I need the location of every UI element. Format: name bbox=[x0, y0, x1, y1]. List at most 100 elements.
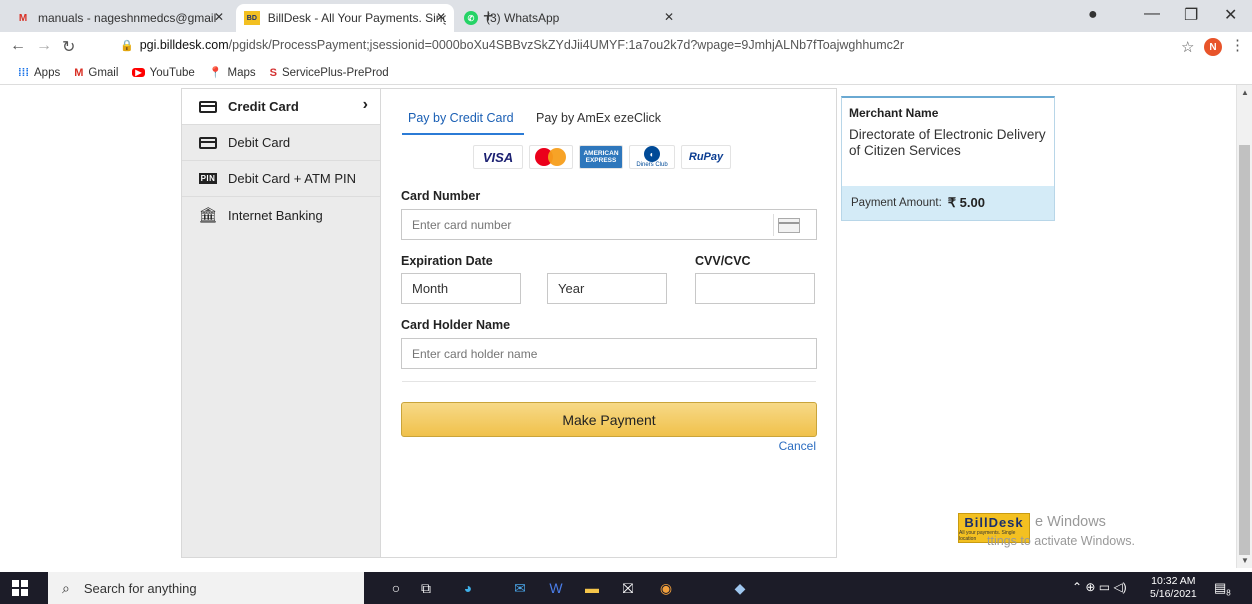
visa-logo: VISA bbox=[473, 145, 523, 169]
watermark-line1: e Windows bbox=[1035, 514, 1106, 530]
cvv-input[interactable] bbox=[695, 273, 815, 304]
serviceplus-icon: S bbox=[269, 66, 277, 79]
tab-pay-by-credit-card[interactable]: Pay by Credit Card bbox=[408, 111, 514, 125]
restore-icon[interactable]: ❐ bbox=[1184, 5, 1198, 25]
diners-logo: ◐ Diners Club bbox=[629, 145, 675, 169]
word-icon[interactable]: W bbox=[546, 578, 566, 598]
billdesk-logo-text: BillDesk bbox=[964, 514, 1024, 530]
year-select[interactable]: Year bbox=[547, 273, 667, 304]
clock-date: 5/16/2021 bbox=[1150, 588, 1197, 600]
edge-icon[interactable]: ◕ bbox=[458, 578, 478, 598]
system-tray[interactable]: ⌃ ⊕ ▭ ◁) bbox=[1072, 580, 1127, 594]
account-icon[interactable]: ● bbox=[1088, 6, 1098, 24]
amex-logo: AMERICAN EXPRESS bbox=[579, 145, 623, 169]
windows-taskbar: ⌕ Search for anything ○ ⧉ ◕ ✉ W ▬ ⛝ ◉ ◆ … bbox=[0, 572, 1252, 604]
store-icon[interactable]: ⛝ bbox=[618, 578, 638, 598]
back-icon[interactable]: ← bbox=[10, 37, 26, 55]
debit-card-icon bbox=[199, 136, 217, 149]
month-select[interactable]: Month bbox=[401, 273, 521, 304]
maps-icon: 📍 bbox=[208, 67, 223, 79]
windows-start-icon[interactable] bbox=[12, 580, 28, 596]
bookmarks-bar: ⁞⁞⁞ Apps M Gmail ▶ YouTube 📍 Maps S ServicePl… bbox=[0, 61, 1252, 85]
close-icon[interactable]: ✕ bbox=[664, 10, 674, 24]
method-label: Debit Card + ATM PIN bbox=[228, 171, 356, 186]
watermark-line2: ttings to activate Windows. bbox=[987, 534, 1135, 548]
card-type-icon bbox=[773, 214, 803, 236]
gmail-icon: M bbox=[18, 12, 28, 24]
forward-icon[interactable]: → bbox=[36, 37, 52, 55]
tab-pay-by-amex[interactable]: Pay by AmEx ezeClick bbox=[536, 111, 661, 125]
method-internet-banking[interactable]: 🏛 Internet Banking bbox=[182, 197, 380, 233]
bookmark-label: Maps bbox=[227, 66, 256, 79]
method-debit-card[interactable]: Debit Card bbox=[182, 125, 380, 161]
tab-title: manuals - nageshnmedcs@gmail bbox=[38, 11, 217, 25]
card-number-input[interactable] bbox=[401, 209, 817, 240]
scroll-thumb[interactable] bbox=[1239, 145, 1250, 555]
method-credit-card[interactable]: Credit Card › bbox=[182, 89, 380, 125]
clock[interactable]: 10:32 AM 5/16/2021 bbox=[1150, 575, 1197, 601]
new-tab-button[interactable]: + bbox=[483, 6, 494, 27]
file-explorer-icon[interactable]: ▬ bbox=[582, 578, 602, 598]
activate-windows-watermark: e Windows ttings to activate Windows. bbox=[987, 513, 1135, 551]
task-view-icon[interactable]: ⧉ bbox=[416, 578, 436, 598]
bookmark-youtube[interactable]: ▶ YouTube bbox=[132, 66, 195, 79]
bookmark-gmail[interactable]: M Gmail bbox=[74, 67, 118, 79]
chrome-icon[interactable]: ◉ bbox=[656, 578, 676, 598]
card-logos: VISA AMERICAN EXPRESS ◐ Diners Club RuPay bbox=[473, 145, 737, 171]
bookmark-label: Apps bbox=[34, 66, 61, 79]
tab-billdesk[interactable]: BD BillDesk - All Your Payments. Sing ✕ bbox=[236, 4, 454, 32]
cancel-link[interactable]: Cancel bbox=[779, 439, 816, 453]
url-path: /pgidsk/ProcessPayment;jsessionid=0000bo… bbox=[228, 38, 905, 52]
notification-icon[interactable]: ▤8 bbox=[1214, 580, 1231, 598]
youtube-icon: ▶ bbox=[132, 68, 145, 77]
reload-icon[interactable]: ↻ bbox=[62, 37, 75, 57]
scroll-up-icon[interactable]: ▲ bbox=[1241, 88, 1249, 97]
page-scrollbar[interactable]: ▲ ▼ bbox=[1236, 85, 1252, 568]
payment-amount-label: Payment Amount: bbox=[851, 197, 942, 209]
app-icon[interactable]: ◆ bbox=[730, 578, 750, 598]
bookmark-maps[interactable]: 📍 Maps bbox=[208, 66, 256, 80]
page-content: Credit Card › Debit Card PIN Debit Card … bbox=[0, 85, 1252, 568]
active-tab-underline bbox=[402, 133, 524, 135]
expiration-date-label: Expiration Date bbox=[401, 254, 493, 268]
bookmark-star-icon[interactable]: ☆ bbox=[1181, 38, 1194, 56]
make-payment-button[interactable]: Make Payment bbox=[401, 402, 817, 437]
card-number-label: Card Number bbox=[401, 189, 481, 203]
method-label: Credit Card bbox=[228, 99, 299, 114]
cvv-label: CVV/CVC bbox=[695, 254, 751, 268]
bookmark-serviceplus[interactable]: S ServicePlus-PreProd bbox=[270, 67, 389, 79]
profile-avatar[interactable]: N bbox=[1204, 38, 1222, 56]
minimize-icon[interactable]: — bbox=[1144, 5, 1160, 23]
merchant-name-label: Merchant Name bbox=[849, 106, 939, 120]
credit-card-icon bbox=[199, 100, 217, 113]
card-holder-label: Card Holder Name bbox=[401, 318, 511, 332]
url-field[interactable]: 🔒 pgi.billdesk.com/pgidsk/ProcessPayment;… bbox=[120, 38, 904, 52]
taskbar-search[interactable]: ⌕ Search for anything bbox=[48, 572, 364, 604]
tab-gmail[interactable]: M manuals - nageshnmedcs@gmail ✕ bbox=[8, 4, 232, 32]
mail-icon[interactable]: ✉ bbox=[510, 578, 530, 598]
bookmark-apps[interactable]: ⁞⁞⁞ Apps bbox=[18, 67, 60, 79]
apps-grid-icon: ⁞⁞⁞ bbox=[18, 66, 29, 79]
menu-kebab-icon[interactable]: ⋮ bbox=[1230, 36, 1245, 54]
payment-method-sidebar: Credit Card › Debit Card PIN Debit Card … bbox=[181, 88, 381, 558]
url-domain: pgi.billdesk.com bbox=[139, 38, 229, 52]
chevron-right-icon: › bbox=[362, 96, 368, 113]
tab-title: BillDesk - All Your Payments. Sing bbox=[267, 11, 446, 25]
cortana-icon[interactable]: ○ bbox=[386, 578, 406, 598]
bookmark-label: Gmail bbox=[88, 66, 119, 79]
card-holder-input[interactable] bbox=[401, 338, 817, 369]
mastercard-logo bbox=[529, 145, 573, 169]
rupay-logo: RuPay bbox=[681, 145, 731, 169]
scroll-down-icon[interactable]: ▼ bbox=[1241, 556, 1249, 565]
search-icon: ⌕ bbox=[62, 579, 70, 596]
close-icon[interactable]: ✕ bbox=[214, 10, 224, 24]
bookmark-label: ServicePlus-PreProd bbox=[281, 66, 389, 79]
close-icon[interactable]: ✕ bbox=[436, 10, 446, 24]
merchant-name: Directorate of Electronic Delivery of Ci… bbox=[849, 127, 1046, 158]
bookmark-label: YouTube bbox=[149, 66, 195, 79]
payment-amount-value: ₹ 5.00 bbox=[947, 195, 985, 210]
window-close-icon[interactable]: ✕ bbox=[1224, 5, 1237, 25]
method-debit-atm-pin[interactable]: PIN Debit Card + ATM PIN bbox=[182, 161, 380, 197]
clock-time: 10:32 AM bbox=[1151, 575, 1196, 587]
payment-amount-box: Payment Amount: ₹ 5.00 bbox=[842, 186, 1054, 220]
